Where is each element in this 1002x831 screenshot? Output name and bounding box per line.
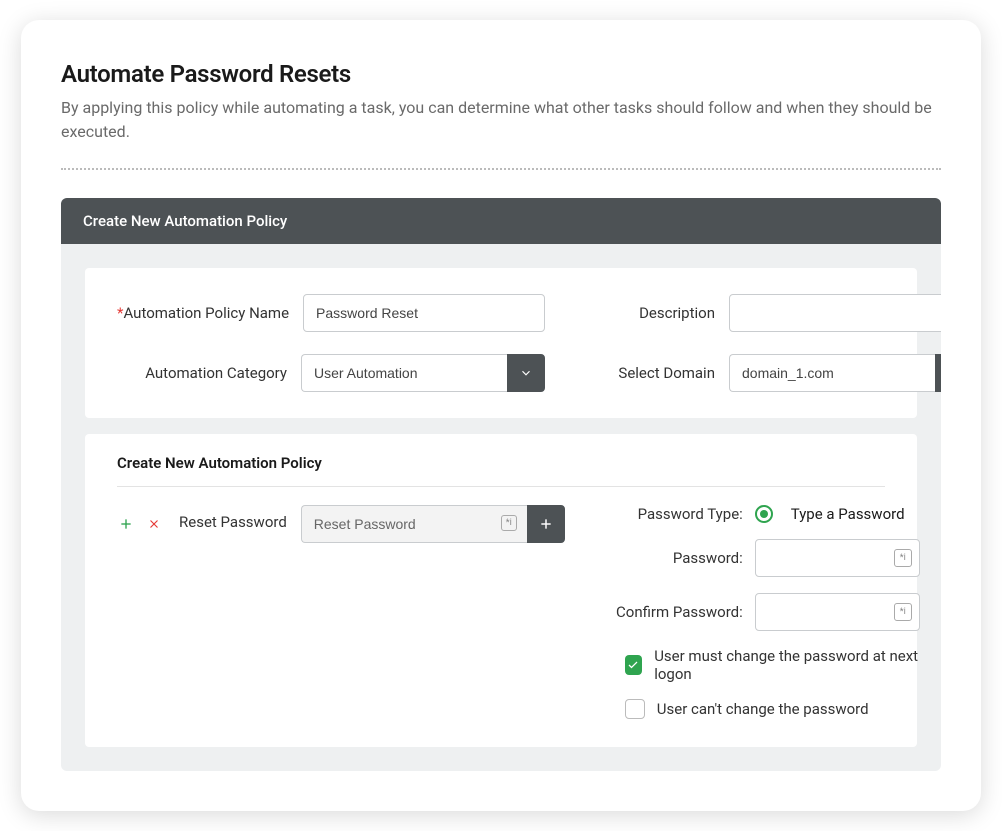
action-left: Reset Password *i bbox=[117, 505, 565, 719]
chk-must-change[interactable] bbox=[625, 655, 642, 675]
action-heading: Create New Automation Policy bbox=[117, 454, 885, 472]
form-section: *Automation Policy Name Description Auto… bbox=[85, 268, 917, 418]
label-domain: Select Domain bbox=[605, 364, 715, 382]
main-card: Automate Password Resets By applying thi… bbox=[21, 20, 981, 811]
action-section: Create New Automation Policy Reset Passw… bbox=[85, 434, 917, 747]
row-description: Description bbox=[605, 294, 941, 332]
password-type-row: Password Type: Type a Password bbox=[613, 505, 920, 523]
domain-chevron[interactable] bbox=[935, 354, 941, 392]
action-layout: Reset Password *i Password Type: T bbox=[117, 505, 885, 719]
category-select[interactable] bbox=[301, 354, 545, 392]
action-label: Reset Password bbox=[179, 513, 287, 531]
close-icon bbox=[147, 517, 161, 531]
action-input[interactable] bbox=[301, 505, 527, 543]
label-description: Description bbox=[605, 304, 715, 322]
row-policy-name: *Automation Policy Name bbox=[117, 294, 545, 332]
description-input[interactable] bbox=[729, 294, 941, 332]
domain-value[interactable] bbox=[729, 354, 935, 392]
policy-name-input[interactable] bbox=[303, 294, 545, 332]
action-right: Password Type: Type a Password Password:… bbox=[613, 505, 920, 719]
divider bbox=[61, 168, 941, 170]
automation-panel: Create New Automation Policy *Automation… bbox=[61, 198, 941, 771]
chk-must-change-row: User must change the password at next lo… bbox=[613, 647, 920, 683]
chevron-down-icon bbox=[519, 366, 533, 380]
category-value[interactable] bbox=[301, 354, 507, 392]
page-title: Automate Password Resets bbox=[61, 60, 941, 88]
chk-cant-change[interactable] bbox=[625, 699, 645, 719]
confirm-password-row: Confirm Password: *i bbox=[613, 593, 920, 631]
panel-header: Create New Automation Policy bbox=[61, 198, 941, 244]
confirm-password-label: Confirm Password: bbox=[613, 603, 743, 621]
password-hint-icon: *i bbox=[501, 515, 517, 531]
category-chevron[interactable] bbox=[507, 354, 545, 392]
row-domain: Select Domain bbox=[605, 354, 941, 392]
action-input-combo: *i bbox=[301, 505, 565, 543]
password-type-option: Type a Password bbox=[791, 505, 905, 523]
plus-icon bbox=[538, 516, 554, 532]
password-hint-icon: *i bbox=[894, 603, 912, 621]
password-row: Password: *i bbox=[613, 539, 920, 577]
password-label: Password: bbox=[613, 549, 743, 567]
label-category: Automation Category bbox=[117, 364, 287, 382]
chk-cant-change-label: User can't change the password bbox=[657, 700, 869, 718]
form-grid: *Automation Policy Name Description Auto… bbox=[117, 294, 885, 392]
password-hint-icon: *i bbox=[894, 549, 912, 567]
password-type-label: Password Type: bbox=[613, 505, 743, 523]
chk-cant-change-row: User can't change the password bbox=[613, 699, 920, 719]
label-policy-name: *Automation Policy Name bbox=[117, 304, 289, 322]
password-type-radio[interactable] bbox=[755, 505, 773, 523]
check-icon bbox=[627, 659, 639, 671]
remove-action-button[interactable] bbox=[145, 515, 163, 533]
add-action-button[interactable] bbox=[117, 515, 135, 533]
page-subtitle: By applying this policy while automating… bbox=[61, 96, 941, 144]
domain-select[interactable] bbox=[729, 354, 941, 392]
action-add-button[interactable] bbox=[527, 505, 565, 543]
action-divider bbox=[117, 486, 885, 487]
plus-icon bbox=[118, 516, 134, 532]
row-category: Automation Category bbox=[117, 354, 545, 392]
chk-must-change-label: User must change the password at next lo… bbox=[654, 647, 920, 683]
